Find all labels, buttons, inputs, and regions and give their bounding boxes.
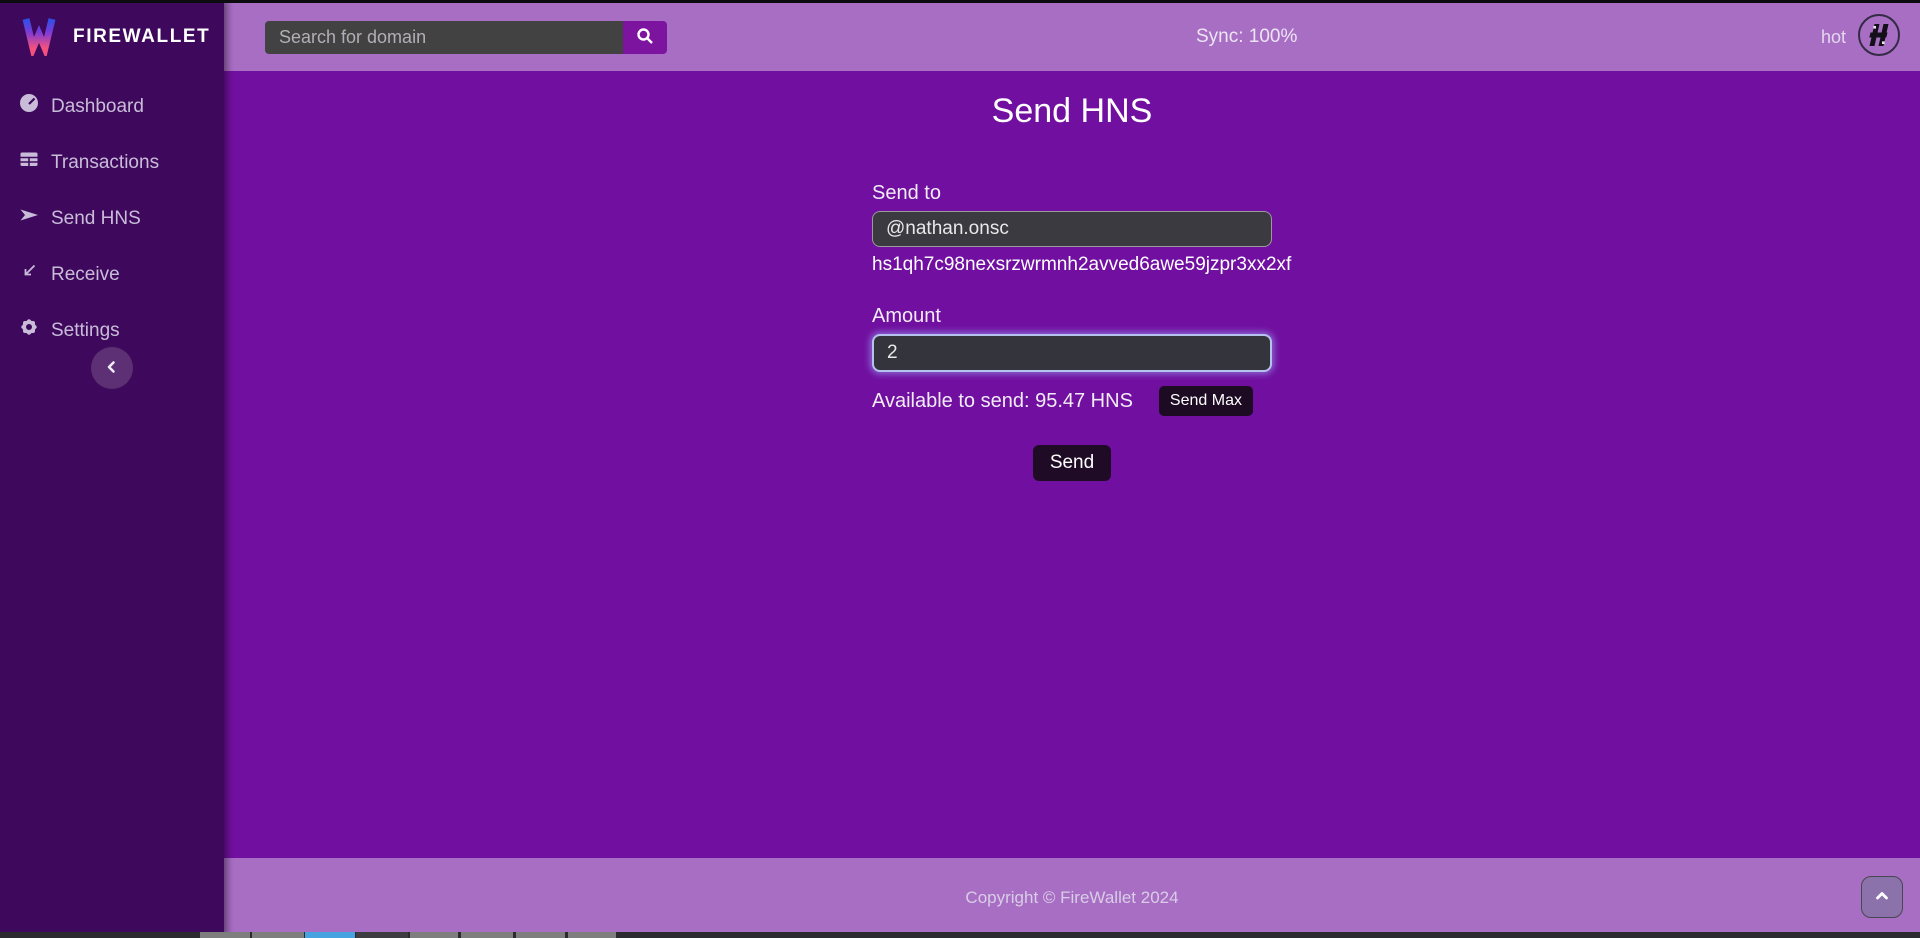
app-window: FIREWALLET Dashboard [0,0,1920,938]
copyright-text: Copyright © FireWallet 2024 [965,888,1178,908]
send-button[interactable]: Send [1033,445,1111,481]
sidebar-item-transactions[interactable]: Transactions [0,135,224,191]
sidebar: FIREWALLET Dashboard [0,0,224,938]
sync-status: Sync: 100% [1196,26,1297,48]
window-top-edge [0,0,1920,3]
send-plane-icon [18,204,40,234]
handshake-logo-icon [1857,13,1901,62]
amount-input[interactable] [872,334,1272,372]
taskbar-segment[interactable] [252,932,304,938]
send-form: Send to hs1qh7c98nexsrzwrmnh2avved6awe59… [872,181,1272,481]
taskbar-segment[interactable] [461,932,513,938]
available-balance-text: Available to send: 95.47 HNS [872,390,1133,413]
brand-name: FIREWALLET [73,26,210,48]
domain-search [265,21,667,54]
sidebar-item-send-hns[interactable]: Send HNS [0,191,224,247]
main-column: Sync: 100% hot [224,0,1920,938]
taskbar-segment[interactable] [568,932,616,938]
sidebar-item-label: Receive [51,262,120,288]
sidebar-nav: Dashboard Transactions [0,79,224,359]
available-row: Available to send: 95.47 HNS Send Max [872,386,1272,416]
gear-icon [18,316,40,346]
scroll-to-top-button[interactable] [1861,876,1903,918]
search-input[interactable] [265,21,623,54]
arrow-down-left-icon [18,260,40,290]
send-max-button[interactable]: Send Max [1159,386,1253,416]
chevron-left-icon [101,356,123,381]
taskbar-segment[interactable] [410,932,458,938]
sidebar-item-label: Transactions [51,150,159,176]
sidebar-item-receive[interactable]: Receive [0,247,224,303]
firewallet-logo-icon [17,12,61,61]
sidebar-collapse-button[interactable] [91,347,133,389]
taskbar-segment[interactable] [200,932,250,938]
amount-label: Amount [872,304,1272,328]
send-page: Send HNS Send to hs1qh7c98nexsrzwrmnh2av… [224,71,1920,858]
sidebar-item-label: Send HNS [51,206,141,232]
taskbar-segment[interactable] [356,932,408,938]
footer: Copyright © FireWallet 2024 [224,858,1920,938]
sidebar-item-label: Settings [51,318,120,344]
wallet-selector[interactable]: hot [1821,13,1901,62]
taskbar-segment-active[interactable] [305,932,355,938]
page-title: Send HNS [992,92,1153,131]
send-to-label: Send to [872,181,1272,205]
chevron-up-icon [1871,885,1893,910]
taskbar-segment[interactable] [516,932,565,938]
brand: FIREWALLET [0,0,224,61]
sidebar-item-dashboard[interactable]: Dashboard [0,79,224,135]
search-icon [636,27,654,48]
taskbar-strip [0,932,1920,938]
table-icon [18,148,40,178]
sidebar-item-label: Dashboard [51,94,144,120]
send-to-input[interactable] [872,211,1272,247]
topbar: Sync: 100% hot [224,0,1920,71]
resolved-address: hs1qh7c98nexsrzwrmnh2avved6awe59jzpr3xx2… [872,254,1272,276]
wallet-name: hot [1821,27,1846,48]
search-button[interactable] [623,21,667,54]
dashboard-gauge-icon [18,92,40,122]
